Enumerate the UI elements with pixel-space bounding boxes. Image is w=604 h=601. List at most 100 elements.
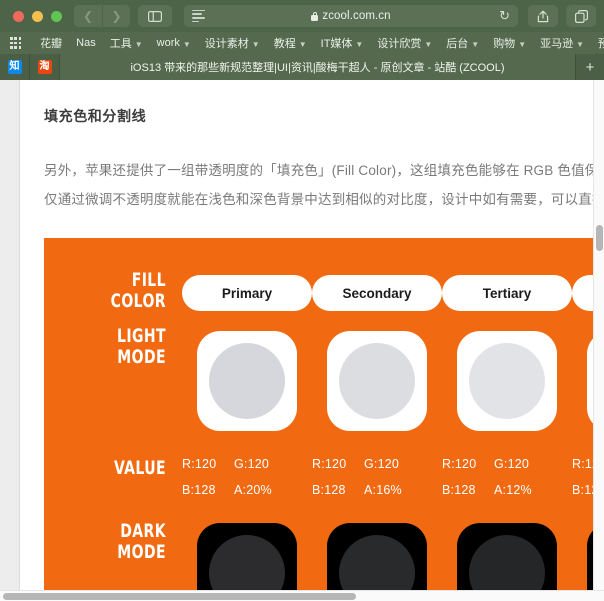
forward-button[interactable]: ❯ — [102, 5, 130, 27]
fill-color-pill-primary: Primary — [182, 275, 312, 311]
bookmark-label: IT媒体 — [321, 35, 353, 51]
back-button[interactable]: ❮ — [74, 5, 102, 27]
dark-mode-card-primary — [197, 523, 297, 590]
reader-view-icon[interactable] — [192, 10, 205, 22]
chevron-right-icon: ❯ — [111, 10, 121, 22]
taobao-favicon-icon: 淘 — [38, 60, 52, 74]
zhihu-favicon-icon: 知 — [8, 60, 22, 74]
light-swatch-secondary — [339, 343, 415, 419]
tab-overview-button[interactable] — [566, 5, 596, 27]
bookmark-label: 工具 — [110, 35, 132, 51]
tab-overview-icon — [575, 10, 588, 23]
chevron-down-icon: ▼ — [471, 40, 479, 49]
reload-icon[interactable]: ↻ — [499, 8, 510, 24]
chevron-down-icon: ▼ — [252, 40, 260, 49]
bookmark-item-0[interactable]: 花瓣 — [33, 35, 69, 51]
row-label-fill-color: FILL COLOR — [66, 270, 166, 312]
navigation-buttons: ❮ ❯ — [74, 5, 130, 27]
value-b-primary: B:128 — [182, 477, 234, 503]
bookmark-item-10[interactable]: 亚马逊 ▼ — [533, 35, 591, 51]
row-label-light-mode-line2: MODE — [66, 347, 166, 368]
value-block-primary: R:120G:120 B:128A:20% — [182, 451, 272, 503]
bookmark-item-11[interactable]: 预约 — [591, 35, 604, 51]
bookmark-label: 后台 — [446, 35, 468, 51]
pill-label: Tertiary — [483, 286, 532, 301]
bookmark-label: Nas — [76, 37, 96, 49]
fill-color-pill-tertiary: Tertiary — [442, 275, 572, 311]
address-bar[interactable]: zcool.com.cn ↻ — [184, 5, 518, 27]
bookmark-item-6[interactable]: IT媒体 ▼ — [314, 35, 371, 51]
chevron-left-icon: ❮ — [83, 10, 93, 22]
web-page-content: 填充色和分割线 另外，苹果还提供了一组带透明度的「填充色」(Fill Color… — [20, 80, 604, 590]
dark-swatch-secondary — [339, 535, 415, 590]
value-r-secondary: R:120 — [312, 451, 364, 477]
active-tab[interactable]: iOS13 带来的那些新规范整理|UI|资讯|酸梅干超人 - 原创文章 - 站酷… — [60, 54, 576, 80]
maximize-window-button[interactable] — [51, 11, 62, 22]
chevron-down-icon: ▼ — [183, 40, 191, 49]
chevron-down-icon: ▼ — [355, 40, 363, 49]
horizontal-scrollbar-thumb[interactable] — [3, 593, 356, 600]
bookmark-label: 教程 — [274, 35, 296, 51]
value-g-primary: G:120 — [234, 457, 269, 471]
light-mode-card-secondary — [327, 331, 427, 431]
address-bar-url: zcool.com.cn — [322, 10, 390, 22]
light-mode-card-primary — [197, 331, 297, 431]
light-swatch-primary — [209, 343, 285, 419]
page-viewport: 填充色和分割线 另外，苹果还提供了一组带透明度的「填充色」(Fill Color… — [0, 80, 604, 601]
dark-mode-card-tertiary — [457, 523, 557, 590]
value-r-tertiary: R:120 — [442, 451, 494, 477]
value-g-secondary: G:120 — [364, 457, 399, 471]
bookmark-item-8[interactable]: 后台 ▼ — [439, 35, 486, 51]
pinned-tab-taobao[interactable]: 淘 — [30, 54, 60, 80]
active-tab-title: iOS13 带来的那些新规范整理|UI|资讯|酸梅干超人 - 原创文章 - 站酷… — [130, 59, 504, 75]
bookmark-item-4[interactable]: 设计素材 ▼ — [198, 35, 267, 51]
pinned-tab-zhihu[interactable]: 知 — [0, 54, 30, 80]
page-left-gutter — [0, 80, 20, 590]
close-window-button[interactable] — [13, 11, 24, 22]
new-tab-button[interactable]: + — [576, 54, 604, 80]
bookmark-label: 亚马逊 — [540, 35, 573, 51]
paragraph-line-2: 仅通过微调不透明度就能在浅色和深色背景中达到相似的对比度，设计中如有需要，可以直… — [44, 185, 604, 214]
pill-label: Primary — [222, 286, 272, 301]
value-r-primary: R:120 — [182, 451, 234, 477]
value-block-secondary: R:120G:120 B:128A:16% — [312, 451, 402, 503]
pill-label: Secondary — [342, 286, 411, 301]
bookmark-label: work — [157, 37, 180, 49]
row-label-fill-color-line1: FILL — [66, 270, 166, 291]
bookmark-item-7[interactable]: 设计欣赏 ▼ — [370, 35, 439, 51]
bookmarks-bar: 花瓣 Nas 工具 ▼ work ▼ 设计素材 ▼ 教程 ▼ IT媒体 — [0, 32, 604, 54]
row-label-dark-mode-line2: MODE — [66, 542, 166, 563]
vertical-scrollbar-thumb[interactable] — [596, 225, 603, 251]
row-label-value: VALUE — [66, 458, 166, 479]
chevron-down-icon: ▼ — [135, 40, 143, 49]
light-mode-card-tertiary — [457, 331, 557, 431]
bookmark-label: 设计欣赏 — [377, 35, 421, 51]
address-bar-content: zcool.com.cn — [184, 10, 518, 22]
chevron-down-icon: ▼ — [576, 40, 584, 49]
sidebar-icon — [148, 11, 162, 22]
sidebar-toggle-button[interactable] — [138, 5, 172, 27]
minimize-window-button[interactable] — [32, 11, 43, 22]
value-a-secondary: A:16% — [364, 483, 402, 497]
bookmark-item-5[interactable]: 教程 ▼ — [267, 35, 314, 51]
chevron-down-icon: ▼ — [518, 40, 526, 49]
row-label-dark-mode-line1: DARK — [66, 521, 166, 542]
chevron-down-icon: ▼ — [299, 40, 307, 49]
horizontal-scrollbar[interactable] — [0, 590, 604, 601]
row-label-value-line1: VALUE — [66, 458, 166, 479]
article-body: 填充色和分割线 另外，苹果还提供了一组带透明度的「填充色」(Fill Color… — [20, 80, 604, 590]
share-button[interactable] — [528, 5, 558, 27]
apps-grid-icon[interactable] — [10, 37, 21, 48]
browser-chrome: ❮ ❯ zcool. — [0, 0, 604, 80]
dark-swatch-tertiary — [469, 535, 545, 590]
bookmark-item-3[interactable]: work ▼ — [150, 37, 198, 49]
tab-bar: 知 淘 iOS13 带来的那些新规范整理|UI|资讯|酸梅干超人 - 原创文章 … — [0, 54, 604, 80]
light-swatch-tertiary — [469, 343, 545, 419]
share-icon — [537, 9, 549, 23]
fill-color-pill-secondary: Secondary — [312, 275, 442, 311]
bookmark-item-2[interactable]: 工具 ▼ — [103, 35, 150, 51]
fill-color-figure: FILL COLOR LIGHT MODE VALUE DARK MODE — [44, 238, 604, 590]
bookmark-item-9[interactable]: 购物 ▼ — [486, 35, 533, 51]
bookmark-item-1[interactable]: Nas — [69, 37, 103, 49]
vertical-scrollbar[interactable] — [593, 80, 604, 590]
